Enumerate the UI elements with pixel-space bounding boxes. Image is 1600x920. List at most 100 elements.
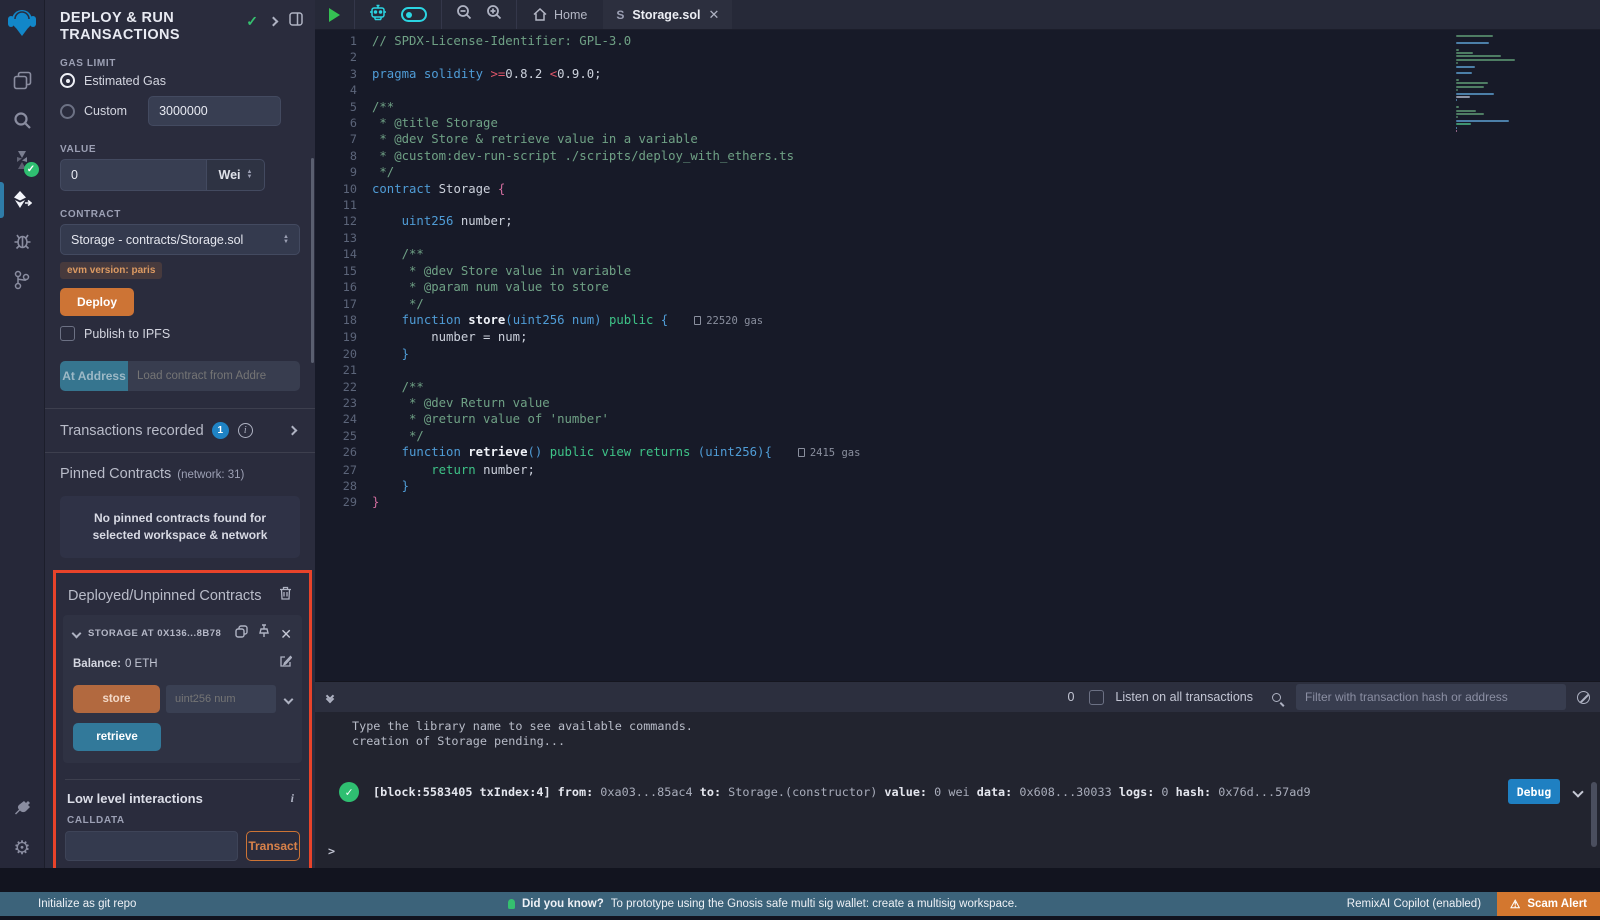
estimated-gas-label: Estimated Gas [84,74,166,88]
panel-title: DEPLOY & RUN TRANSACTIONS [60,10,210,44]
contract-instance-title: STORAGE AT 0X136...8B78 [88,628,221,639]
copilot-status[interactable]: RemixAI Copilot (enabled) [1347,898,1481,910]
low-level-info-icon[interactable]: i [291,791,294,806]
transactions-recorded-row[interactable]: Transactions recorded 1 i [45,409,315,452]
solidity-compiler-icon[interactable]: ✓ [0,140,45,180]
panel-scrollbar[interactable] [311,158,314,363]
transactions-expand-icon[interactable] [288,426,298,436]
debug-button[interactable]: Debug [1508,779,1560,804]
deploy-button[interactable]: Deploy [60,288,134,316]
code-line: 24 * @return value of 'number' [315,411,1600,427]
custom-gas-radio[interactable] [60,104,75,119]
deploy-run-icon[interactable] [0,180,45,220]
deployed-contracts-section: Deployed/Unpinned Contracts STORAGE AT 0… [53,570,312,868]
panel-expand-icon[interactable] [269,17,279,27]
listen-all-checkbox[interactable] [1089,690,1104,705]
settings-gear-icon[interactable]: ⚙ [0,828,45,868]
terminal-header: 0 Listen on all transactions [315,682,1600,712]
warning-icon: ⚠ [1510,897,1520,911]
terminal-scrollbar[interactable] [1591,782,1597,847]
pinned-contracts-title: Pinned Contracts [60,466,171,482]
trash-icon[interactable] [279,586,292,605]
estimated-gas-radio-row[interactable]: Estimated Gas [60,73,300,88]
terminal-collapse-icon[interactable] [327,693,333,702]
code-line: 1// SPDX-License-Identifier: GPL-3.0 [315,33,1600,49]
terminal-search-icon[interactable] [1272,693,1281,702]
publish-ipfs-checkbox[interactable] [60,326,75,341]
debugger-icon[interactable] [0,220,45,260]
code-line: 27 return number; [315,462,1600,478]
pin-contract-icon[interactable] [258,624,270,643]
contract-select[interactable]: Storage - contracts/Storage.sol ▲▼ [60,224,300,255]
value-input[interactable] [60,159,207,191]
zoom-out-icon[interactable] [456,4,472,25]
code-line: 14 /** [315,246,1600,262]
transactions-recorded-label: Transactions recorded [60,423,204,439]
remix-ide: ✓ ⚙ DEPLOY & RUN TRANSACTIONS ✓ [0,0,1600,920]
value-unit-select[interactable]: Wei ▲▼ [207,159,265,191]
estimated-gas-radio[interactable] [60,73,75,88]
terminal-line: creation of Storage pending... [315,734,1600,749]
git-icon[interactable] [0,260,45,300]
code-line: 7 * @dev Store & retrieve value in a var… [315,131,1600,147]
file-explorer-icon[interactable] [0,60,45,100]
store-function-button[interactable]: store [73,685,160,713]
publish-ipfs-label: Publish to IPFS [84,327,170,341]
tx-expand-icon[interactable] [1574,785,1582,799]
terminal: 0 Listen on all transactions Type the li… [315,681,1600,868]
zoom-in-icon[interactable] [486,4,502,25]
transact-button[interactable]: Transact [246,831,300,861]
clear-console-icon[interactable] [1577,691,1590,704]
retrieve-function-button[interactable]: retrieve [73,723,161,751]
pin-panel-icon[interactable] [289,12,303,31]
tab-home-label: Home [554,8,587,22]
contract-collapse-icon[interactable] [72,629,82,639]
code-editor[interactable]: 1// SPDX-License-Identifier: GPL-3.023pr… [315,30,1600,681]
tab-close-icon[interactable]: ✕ [708,7,719,23]
deployed-contract-card: STORAGE AT 0X136...8B78 ✕ Balance: 0 ETH [63,615,302,763]
at-address-input[interactable] [128,361,300,391]
calldata-label: CALLDATA [63,806,302,831]
custom-gas-label: Custom [84,104,127,118]
remove-contract-icon[interactable]: ✕ [280,627,292,641]
transactions-info-icon[interactable]: i [238,423,253,438]
status-bar: Initialize as git repo Did you know? To … [0,892,1600,916]
calldata-input[interactable] [65,831,238,861]
tip-text: To prototype using the Gnosis safe multi… [611,898,1018,910]
transaction-log-row[interactable]: ✓ [block:5583405 txIndex:4] from: 0xa03.… [315,779,1600,804]
terminal-prompt[interactable]: > [328,844,335,858]
store-expand-icon[interactable] [284,694,294,704]
gas-estimate-annotation: 22520 gas [694,315,763,327]
code-lines: 1// SPDX-License-Identifier: GPL-3.023pr… [315,30,1600,511]
ai-copilot-robot-icon[interactable] [369,4,387,26]
home-icon [533,8,547,21]
code-line: 6 * @title Storage [315,115,1600,131]
run-script-icon[interactable] [329,8,340,22]
deploy-run-panel: DEPLOY & RUN TRANSACTIONS ✓ GAS LIMIT Es… [45,0,315,868]
terminal-filter-input[interactable] [1296,684,1566,710]
custom-gas-input[interactable] [148,96,281,126]
scam-alert-label: Scam Alert [1527,898,1587,910]
scam-alert-button[interactable]: ⚠ Scam Alert [1497,892,1600,916]
code-line: 17 */ [315,296,1600,312]
remix-logo-icon[interactable] [6,7,38,42]
value-unit-label: Wei [219,168,241,182]
pinned-empty-message: No pinned contracts found for selected w… [60,496,300,558]
code-line: 22 /** [315,379,1600,395]
copilot-toggle[interactable] [401,7,427,22]
copy-address-icon[interactable] [235,625,248,643]
tab-home[interactable]: Home [517,0,603,29]
edit-balance-icon[interactable] [279,655,292,673]
tab-file-label: Storage.sol [632,8,700,22]
low-level-title: Low level interactions [67,791,203,806]
plugin-manager-icon[interactable] [0,788,45,828]
at-address-button[interactable]: At Address [60,361,128,391]
gas-limit-label: GAS LIMIT [60,58,300,69]
tab-storage-sol[interactable]: S Storage.sol ✕ [603,0,732,29]
store-arg-input[interactable] [166,685,276,713]
git-init-button[interactable]: Initialize as git repo [0,898,136,910]
code-line: 3pragma solidity >=0.8.2 <0.9.0; [315,66,1600,82]
search-icon[interactable] [0,100,45,140]
minimap[interactable] [1456,35,1522,133]
code-line: 16 * @param num value to store [315,279,1600,295]
